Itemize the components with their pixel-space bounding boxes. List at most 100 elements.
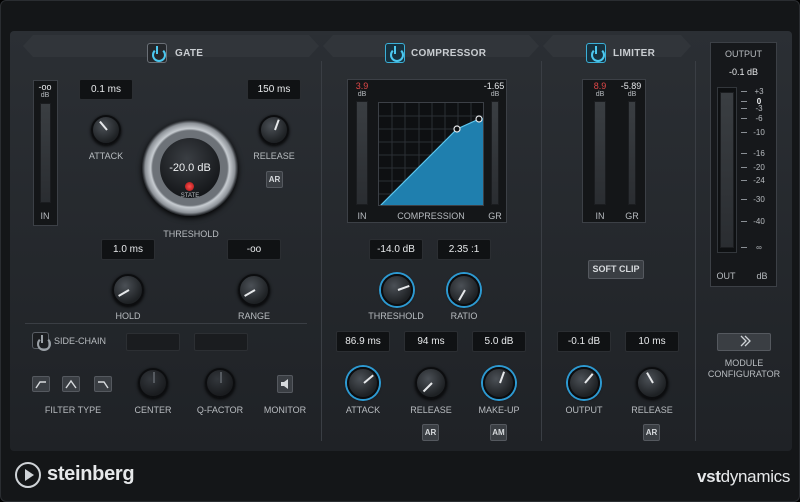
compressor-am-button[interactable]: AM: [490, 424, 507, 441]
gate-in-peak: -oo: [38, 82, 52, 92]
gate-input-meter: [33, 80, 58, 226]
gate-title: GATE: [175, 48, 204, 59]
gate-hold-value[interactable]: 1.0 ms: [101, 239, 155, 260]
compressor-threshold-knob[interactable]: [381, 274, 413, 306]
compressor-makeup-value[interactable]: 5.0 dB: [472, 331, 526, 352]
compressor-threshold-label: THRESHOLD: [368, 311, 424, 321]
compressor-gr-meter-bar: [491, 101, 499, 205]
wordmark-vst: vst: [697, 467, 721, 486]
soft-clip-button[interactable]: SOFT CLIP: [588, 260, 644, 279]
gate-hold-knob[interactable]: [112, 274, 144, 306]
gate-release-knob[interactable]: [259, 115, 289, 145]
sidechain-center-knob[interactable]: [138, 368, 168, 398]
qfactor-label: Q-FACTOR: [196, 405, 244, 415]
compressor-threshold-value[interactable]: -14.0 dB: [369, 239, 423, 260]
compressor-ar-button[interactable]: AR: [422, 424, 439, 441]
filter-bandpass-button[interactable]: [62, 376, 80, 392]
limiter-gr-meter-bar: [628, 101, 636, 205]
compressor-in-meter-bar: [356, 101, 368, 205]
limiter-output-value[interactable]: -0.1 dB: [557, 331, 611, 352]
scale-label: -3: [755, 104, 763, 113]
gate-range-label: RANGE: [237, 311, 270, 321]
gate-range-value[interactable]: -oo: [227, 239, 281, 260]
sidechain-power-button[interactable]: [32, 332, 51, 351]
output-db-label: dB: [756, 271, 768, 281]
limiter-power-button[interactable]: [586, 43, 606, 63]
compressor-ratio-knob[interactable]: [448, 274, 480, 306]
limiter-output-knob[interactable]: [568, 367, 600, 399]
limiter-ar-button[interactable]: AR: [643, 424, 660, 441]
output-meter: [717, 87, 737, 253]
compressor-attack-knob[interactable]: [347, 367, 379, 399]
lowpass-filter-icon: [98, 381, 109, 389]
compressor-ratio-label: RATIO: [450, 311, 478, 321]
meter-bar: [40, 103, 51, 203]
sidechain-center-value[interactable]: [126, 333, 180, 351]
scale-label: -10: [753, 128, 765, 137]
sidechain-qfactor-value[interactable]: [194, 333, 248, 351]
output-value: -0.1 dB: [728, 67, 759, 77]
monitor-button[interactable]: [277, 375, 293, 393]
compression-graph: [378, 102, 484, 206]
limiter-in-peak: 8.9: [593, 81, 607, 91]
compressor-power-button[interactable]: [385, 43, 405, 63]
scale-label: -20: [753, 163, 765, 172]
limiter-in-meter-bar: [594, 101, 606, 205]
gate-header: [23, 35, 319, 57]
filter-highpass-button[interactable]: [32, 376, 50, 392]
gate-attack-knob[interactable]: [91, 115, 121, 145]
gate-state-label: STATE: [180, 193, 200, 199]
vst-dynamics-plugin: GATE -oo dB IN 0.1 ms ATTACK -20.0 dB ST…: [0, 0, 800, 502]
limiter-output-label: OUTPUT: [565, 405, 603, 415]
gate-release-value[interactable]: 150 ms: [247, 79, 301, 100]
gate-range-knob[interactable]: [238, 274, 270, 306]
steinberg-logo-icon: [15, 462, 41, 488]
scale-label: -16: [753, 149, 765, 158]
speaker-icon: [281, 379, 288, 389]
steinberg-wordmark: steinberg: [47, 463, 135, 485]
sidechain-qfactor-knob[interactable]: [205, 368, 235, 398]
limiter-release-knob[interactable]: [636, 367, 668, 399]
gate-state-led: [185, 182, 194, 191]
wordmark-dynamics: dynamics: [720, 467, 791, 486]
filter-type-label: FILTER TYPE: [44, 405, 102, 415]
sidechain-divider: [25, 323, 307, 324]
limiter-release-value[interactable]: 10 ms: [625, 331, 679, 352]
separator: [541, 61, 542, 441]
limiter-in-db: dB: [595, 91, 605, 98]
gate-power-button[interactable]: [147, 43, 167, 63]
highpass-filter-icon: [35, 381, 46, 389]
center-label: CENTER: [134, 405, 172, 415]
monitor-label: MONITOR: [263, 405, 307, 415]
compressor-release-knob[interactable]: [415, 367, 447, 399]
filter-lowpass-button[interactable]: [94, 376, 112, 392]
gate-ar-button[interactable]: AR: [266, 171, 283, 188]
compressor-attack-value[interactable]: 86.9 ms: [336, 331, 390, 352]
limiter-gr-db: dB: [627, 91, 637, 98]
compressor-release-value[interactable]: 94 ms: [404, 331, 458, 352]
gate-threshold-value: -20.0 dB: [169, 162, 211, 174]
scale-label: +3: [754, 87, 764, 96]
scale-label: -30: [753, 195, 765, 204]
limiter-display: [582, 79, 646, 223]
gate-in-db: dB: [40, 92, 50, 99]
separator: [321, 61, 322, 441]
module-configurator-button[interactable]: [717, 333, 771, 351]
gate-attack-value[interactable]: 0.1 ms: [79, 79, 133, 100]
limiter-release-label: RELEASE: [631, 405, 673, 415]
scale-label: ∞: [756, 243, 762, 252]
compressor-attack-label: ATTACK: [345, 405, 381, 415]
compression-graph-label: COMPRESSION: [397, 211, 465, 221]
compressor-gr-label: GR: [488, 211, 502, 221]
output-out-label: OUT: [716, 271, 736, 281]
module-configurator-icon: [740, 335, 751, 347]
sidechain-label: SIDE-CHAIN: [54, 336, 107, 346]
compressor-title: COMPRESSOR: [411, 48, 487, 59]
compressor-release-label: RELEASE: [410, 405, 452, 415]
gate-threshold-label: THRESHOLD: [163, 229, 219, 239]
compressor-ratio-value[interactable]: 2.35 :1: [437, 239, 491, 260]
output-meter-bar: [720, 92, 734, 248]
compressor-in-label: IN: [357, 211, 367, 221]
compressor-in-peak: 3.9: [355, 81, 369, 91]
compressor-makeup-knob[interactable]: [483, 367, 515, 399]
